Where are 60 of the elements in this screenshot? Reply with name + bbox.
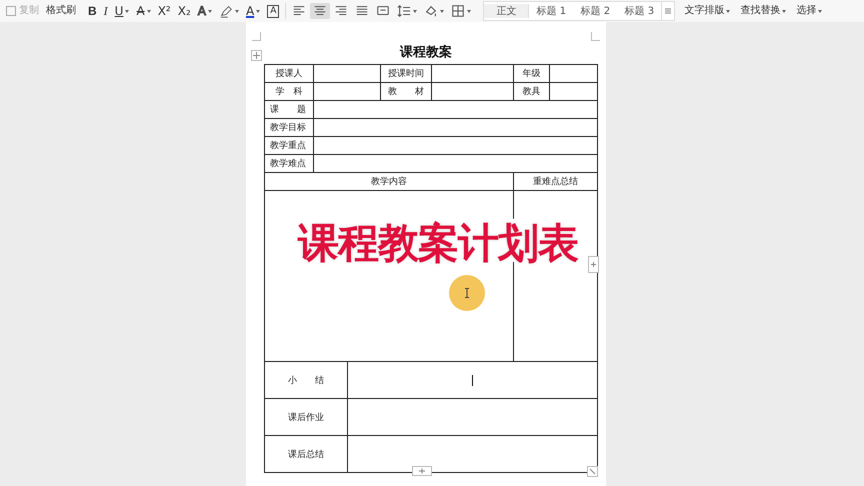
format-painter-button[interactable]: 格式刷 [43,2,79,20]
table-cell[interactable]: 小 结 [265,362,347,398]
resize-handle-icon[interactable] [587,466,598,477]
color-button[interactable]: A [242,2,264,20]
table-cell[interactable] [314,155,597,172]
style-option[interactable]: 标题 1 [529,4,574,18]
table-cell[interactable]: 教具 [514,83,549,100]
distribute-icon [376,4,390,18]
table-cell[interactable] [314,137,597,154]
table-cell[interactable]: 年级 [514,65,549,82]
style-option[interactable]: 正文 [484,4,530,18]
paint-bucket-icon [424,4,438,18]
align-right-icon [334,4,348,18]
table-cell[interactable]: 教 材 [381,83,431,100]
copy-icon [6,6,16,16]
move-handle-icon[interactable] [251,50,262,61]
table-cell[interactable]: 课后作业 [265,399,347,435]
table-cell[interactable]: 教学重点 [265,137,313,154]
italic-button[interactable]: I [100,2,111,20]
document-title: 课程教案 [400,44,452,61]
borders-icon [451,4,466,18]
table-cell[interactable]: 教学内容 [265,173,513,190]
bold-button[interactable]: B [85,2,100,20]
effect-button[interactable]: A [194,2,215,20]
table-cell[interactable] [314,101,597,118]
style-option[interactable]: 标题 2 [573,4,618,18]
table-cell[interactable] [314,119,597,136]
table-cell[interactable] [432,83,513,100]
align-left-icon [292,4,306,18]
table-cell[interactable]: 学 科 [265,83,313,100]
table-cell[interactable]: 授课时间 [381,65,431,82]
highlighter-icon [218,4,233,18]
command-button[interactable]: 查找替换 [737,2,790,20]
table-cell[interactable] [550,83,597,100]
table-cell[interactable]: 授课人 [265,65,313,82]
table-cell[interactable] [314,65,380,82]
justify-icon [355,4,370,18]
table-cell[interactable] [314,83,380,100]
table-cell[interactable]: 重难点总结 [514,173,597,190]
line-spacing-icon [397,4,412,18]
table-cell[interactable]: 教学难点 [265,155,313,172]
command-button[interactable]: 文字排版 [681,2,734,20]
table-cell[interactable]: 课 题 [265,101,313,118]
sup-button[interactable]: X² [154,2,174,20]
table-cell[interactable]: 课后总结 [265,436,347,472]
table-cell[interactable] [348,436,597,472]
table-cell[interactable] [432,65,513,82]
align-center-icon [313,4,328,18]
sub-button[interactable]: X₂ [174,2,194,20]
center-button[interactable] [310,3,330,19]
add-row-icon[interactable] [412,466,432,476]
command-button[interactable]: 选择 [793,2,826,20]
table-cell[interactable]: 教学目标 [265,119,313,136]
strike-button[interactable]: A [133,2,154,20]
style-option[interactable]: 标题 3 [617,4,662,18]
table-cell[interactable] [348,399,597,435]
underline-button[interactable]: U [112,2,132,20]
add-column-icon[interactable] [588,256,599,273]
table-cell[interactable] [348,362,597,398]
table-cell[interactable] [550,65,597,82]
